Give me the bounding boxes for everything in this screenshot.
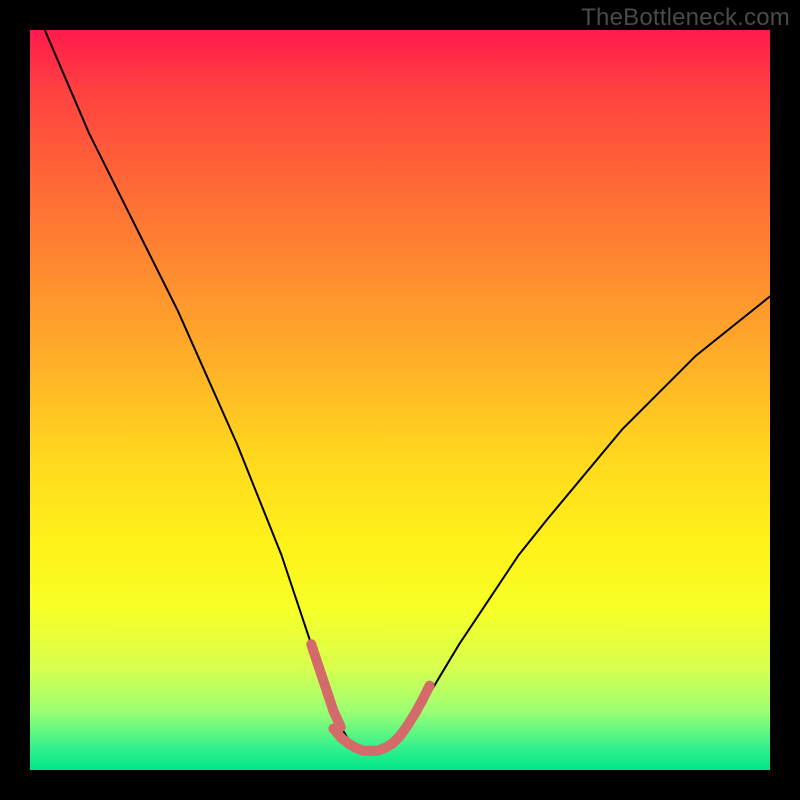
highlight-band-left (311, 644, 341, 727)
chart-frame: TheBottleneck.com (0, 0, 800, 800)
watermark-text: TheBottleneck.com (581, 4, 790, 32)
curve-svg (30, 30, 770, 770)
plot-area (30, 30, 770, 770)
highlight-band-right (393, 686, 430, 744)
bottleneck-curve (45, 30, 770, 752)
